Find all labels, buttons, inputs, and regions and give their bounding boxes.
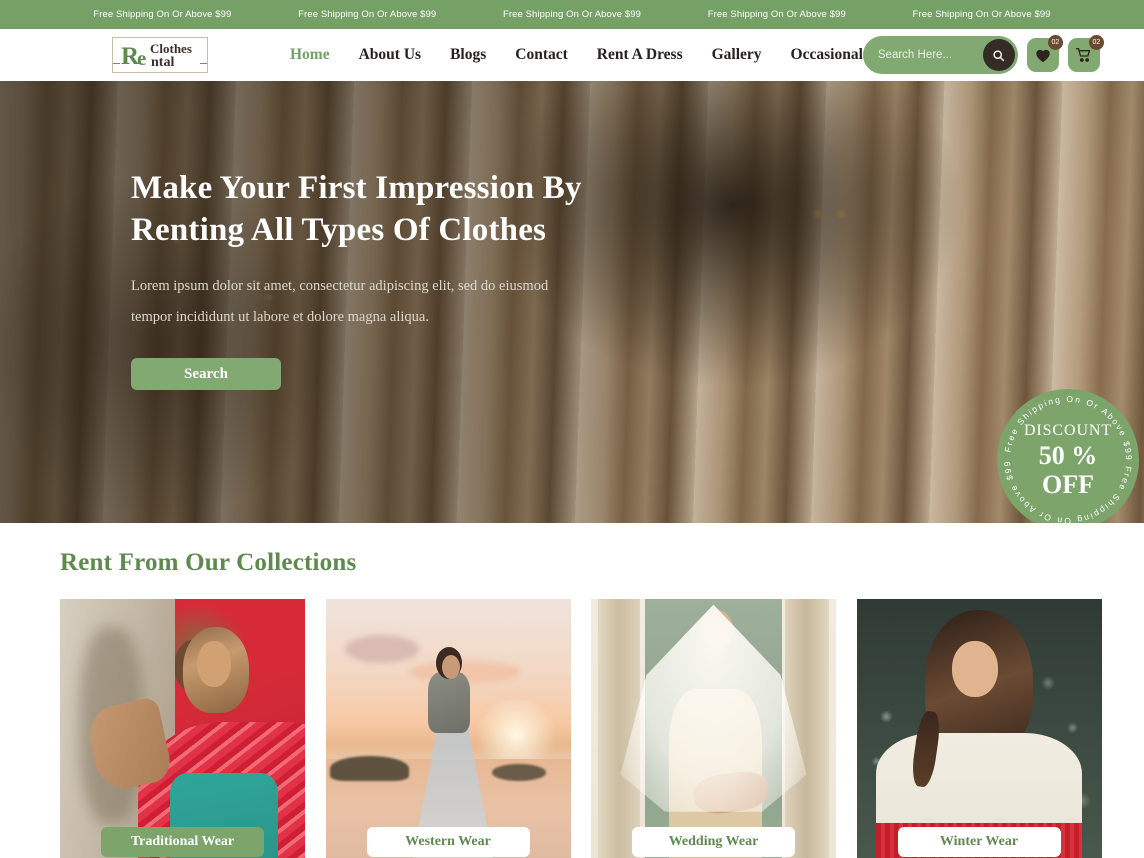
site-header: R e Clothes ntal Home About Us Blogs Con… [0, 29, 1144, 81]
announcement-text: Free Shipping On Or Above $99 [502, 9, 642, 20]
collection-image-wedding-wear [591, 599, 836, 858]
announcement-text: Free Shipping On Or Above $99 [298, 9, 437, 20]
announcement-text: Free Shipping On Or Above $99 [93, 9, 232, 20]
nav-item-blogs[interactable]: Blogs [450, 46, 486, 64]
nav-item-about-us[interactable]: About Us [359, 46, 421, 64]
cart-badge: 02 [1088, 35, 1104, 50]
hero-title: Make Your First Impression By Renting Al… [131, 170, 582, 249]
hero-content: Make Your First Impression By Renting Al… [0, 81, 620, 391]
hero-section: Make Your First Impression By Renting Al… [0, 81, 1144, 523]
announcement-text: Free Shipping On Or Above $99 [707, 9, 846, 20]
collection-card-winter-wear[interactable]: Winter Wear [856, 599, 1102, 858]
nav-item-home[interactable]: Home [290, 46, 330, 64]
collections-section: Rent From Our Collections Traditional We… [0, 523, 1144, 858]
wishlist-badge: 02 [1047, 35, 1063, 50]
logo-rule-right [200, 63, 207, 64]
collections-title: Rent From Our Collections [60, 549, 357, 576]
header-search[interactable] [862, 36, 1018, 74]
logo-word-clothes: Clothes [150, 41, 192, 56]
logo-letter-e: e [137, 46, 147, 70]
collection-label-wedding-wear[interactable]: Wedding Wear [632, 827, 795, 857]
main-navigation: Home About Us Blogs Contact Rent A Dress… [290, 46, 863, 64]
nav-item-occasional[interactable]: Occasional [791, 46, 863, 64]
nav-item-gallery[interactable]: Gallery [712, 46, 762, 64]
discount-ring-text: Free Shipping On Or Above $99 Free Shipp… [1002, 394, 1134, 523]
nav-item-rent-a-dress[interactable]: Rent A Dress [597, 46, 683, 64]
cart-icon [1076, 48, 1091, 62]
wishlist-button[interactable]: 02 [1026, 35, 1063, 72]
search-submit-button[interactable] [982, 39, 1015, 71]
search-icon [993, 49, 1005, 61]
heart-icon [1036, 49, 1050, 62]
collection-card-traditional-wear[interactable]: Traditional Wear [60, 599, 305, 858]
logo-word-ntal: ntal [151, 55, 175, 70]
collection-image-western-wear [325, 599, 571, 858]
hero-search-button[interactable]: Search [131, 358, 281, 391]
announcement-bar: Free Shipping On Or Above $99 Free Shipp… [0, 0, 1144, 29]
nav-item-contact[interactable]: Contact [515, 46, 568, 64]
discount-badge[interactable]: Free Shipping On Or Above $99 Free Shipp… [997, 389, 1139, 523]
logo-rule-left [113, 63, 120, 64]
collection-card-western-wear[interactable]: Western Wear [325, 599, 571, 858]
cart-button[interactable]: 02 [1067, 35, 1104, 72]
header-tools: 02 02 [862, 35, 1104, 74]
collection-image-winter-wear [856, 599, 1102, 858]
collection-label-winter-wear[interactable]: Winter Wear [897, 827, 1061, 857]
collection-label-traditional-wear[interactable]: Traditional Wear [101, 827, 264, 857]
collection-card-wedding-wear[interactable]: Wedding Wear [591, 599, 836, 858]
collection-image-traditional-wear [60, 599, 305, 858]
site-logo[interactable]: R e Clothes ntal [112, 37, 208, 73]
collections-card-list: Traditional Wear Western Wear Wedding We… [60, 599, 1102, 858]
hero-subtitle: Lorem ipsum dolor sit amet, consectetur … [131, 278, 549, 325]
announcement-text: Free Shipping On Or Above $99 [912, 9, 1051, 20]
collection-label-western-wear[interactable]: Western Wear [366, 827, 530, 857]
search-input[interactable] [877, 49, 970, 61]
discount-ring-label: Free Shipping On Or Above $99 Free Shipp… [1002, 394, 1134, 523]
